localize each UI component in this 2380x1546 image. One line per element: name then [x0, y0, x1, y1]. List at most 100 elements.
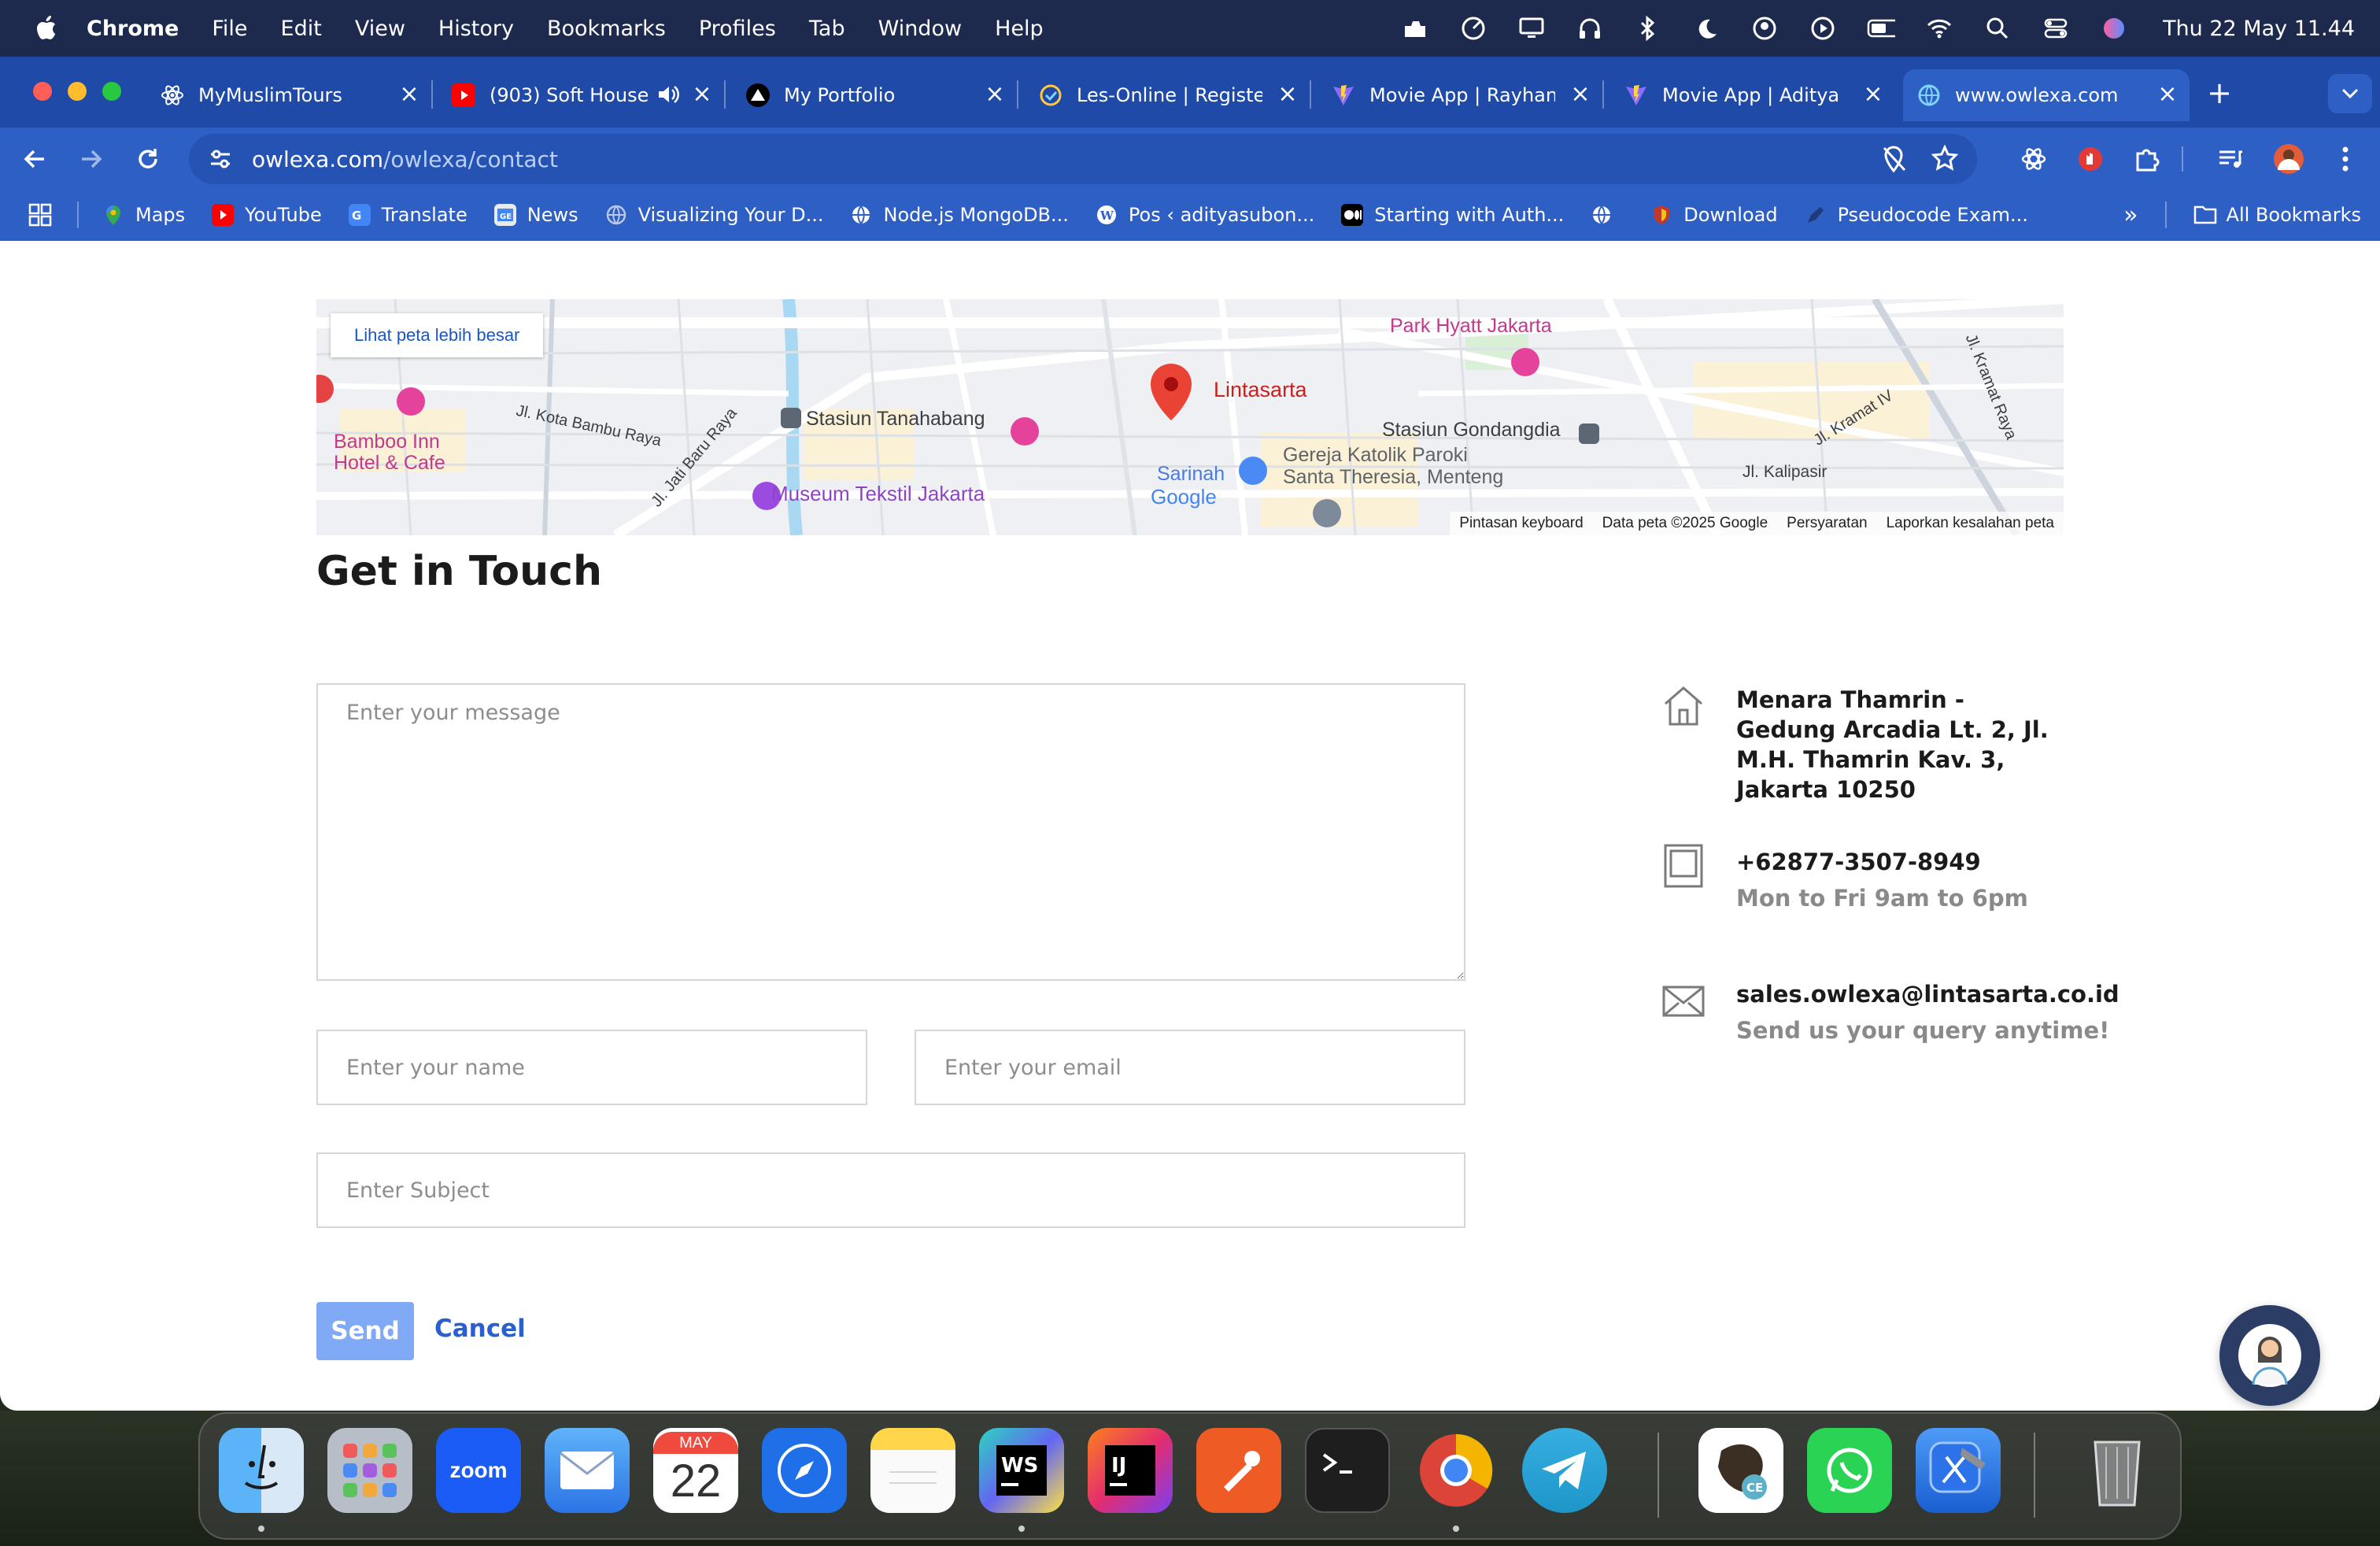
spotlight-search-icon[interactable]: [1983, 14, 2012, 43]
bookmark-download[interactable]: Download: [1650, 204, 1778, 226]
close-tab-icon[interactable]: ×: [1569, 83, 1591, 106]
bookmarks-overflow-button[interactable]: »: [2123, 202, 2138, 229]
close-tab-icon[interactable]: ×: [691, 83, 713, 106]
control-center-icon[interactable]: [2042, 14, 2070, 43]
zoom-window-button[interactable]: [102, 82, 121, 101]
reload-button[interactable]: [131, 142, 165, 176]
site-info-icon[interactable]: [203, 142, 238, 176]
tab-les-online[interactable]: Les-Online | Register ×: [1025, 69, 1311, 121]
email-text[interactable]: sales.owlexa@lintasarta.co.id: [1736, 979, 2119, 1009]
bookmark-wordpress[interactable]: W Pos ‹ adityasubon...: [1096, 204, 1314, 226]
chrome-menu-icon[interactable]: [2328, 142, 2363, 176]
menu-window[interactable]: Window: [878, 17, 962, 41]
menu-bookmarks[interactable]: Bookmarks: [547, 17, 666, 41]
headphones-icon[interactable]: [1576, 14, 1604, 43]
menu-history[interactable]: History: [438, 17, 514, 41]
bookmark-maps[interactable]: Maps: [102, 204, 185, 226]
bookmark-news[interactable]: GE News: [493, 204, 578, 226]
media-controls-icon[interactable]: [2213, 142, 2248, 176]
menu-help[interactable]: Help: [995, 17, 1044, 41]
close-window-button[interactable]: [33, 82, 52, 101]
notes-icon[interactable]: [870, 1428, 955, 1513]
bookmark-globe[interactable]: [1591, 204, 1624, 226]
trash-icon[interactable]: [2075, 1428, 2160, 1513]
calendar-icon[interactable]: MAY 22: [653, 1428, 738, 1513]
tab-movie-app-rayhan[interactable]: Movie App | Rayhan ×: [1318, 69, 1604, 121]
name-input[interactable]: [316, 1030, 867, 1105]
back-button[interactable]: [17, 142, 52, 176]
mail-icon[interactable]: [545, 1428, 630, 1513]
map-keyboard-shortcuts-link[interactable]: Pintasan keyboard: [1459, 515, 1583, 532]
close-tab-icon[interactable]: ×: [398, 83, 420, 106]
close-tab-icon[interactable]: ×: [1862, 83, 1884, 106]
moon-icon[interactable]: [1692, 14, 1720, 43]
bookmark-visualizing[interactable]: Visualizing Your D...: [605, 204, 823, 226]
menu-tab[interactable]: Tab: [809, 17, 845, 41]
phone-text[interactable]: +62877-3507-8949: [1736, 847, 2028, 877]
close-tab-icon[interactable]: ×: [2156, 83, 2179, 106]
bookmark-pseudocode[interactable]: Pseudocode Exam...: [1805, 204, 2028, 226]
url-text[interactable]: owlexa.com/owlexa/contact: [252, 146, 558, 172]
tab-my-portfolio[interactable]: My Portfolio ×: [732, 69, 1018, 121]
react-devtools-icon[interactable]: [2016, 142, 2051, 176]
cancel-link[interactable]: Cancel: [434, 1315, 526, 1343]
embedded-map[interactable]: Lintasarta Park Hyatt Jakarta Stasiun Ta…: [316, 299, 2064, 535]
menu-edit[interactable]: Edit: [281, 17, 322, 41]
telegram-icon[interactable]: [1522, 1428, 1607, 1513]
menu-profiles[interactable]: Profiles: [699, 17, 776, 41]
close-tab-icon[interactable]: ×: [1277, 83, 1299, 106]
tab-mymuslimtours[interactable]: MyMuslimTours ×: [146, 69, 433, 121]
all-bookmarks-button[interactable]: All Bookmarks: [2193, 204, 2361, 226]
new-tab-button[interactable]: +: [2204, 78, 2235, 110]
bookmark-translate[interactable]: G Translate: [348, 204, 468, 226]
postman-icon[interactable]: [1196, 1428, 1281, 1513]
map-report-error-link[interactable]: Laporkan kesalahan peta: [1887, 515, 2054, 532]
whatsapp-icon[interactable]: [1807, 1428, 1892, 1513]
terminal-icon[interactable]: [1305, 1428, 1390, 1513]
webstorm-icon[interactable]: WS: [979, 1428, 1064, 1513]
menu-app-name[interactable]: Chrome: [87, 17, 179, 41]
siri-icon[interactable]: [2100, 14, 2128, 43]
bookmark-star-icon[interactable]: [1931, 144, 1959, 175]
tab-search-button[interactable]: [2328, 74, 2372, 113]
tab-owlexa-active[interactable]: www.owlexa.com ×: [1903, 69, 2190, 121]
bookmark-medium[interactable]: Starting with Auth...: [1341, 204, 1564, 226]
xcode-icon[interactable]: [1916, 1428, 2001, 1513]
bookmark-nodejs[interactable]: Node.js MongoDB...: [850, 204, 1069, 226]
location-off-icon[interactable]: [1881, 145, 1906, 176]
safari-icon[interactable]: [762, 1428, 847, 1513]
tab-youtube[interactable]: (903) Soft House ×: [439, 69, 726, 121]
larger-map-link[interactable]: Lihat peta lebih besar: [331, 313, 544, 357]
apple-icon[interactable]: [31, 14, 60, 43]
tab-movie-app-aditya[interactable]: Movie App | Aditya ×: [1610, 69, 1895, 121]
apps-grid-icon[interactable]: [28, 203, 52, 227]
dbeaver-icon[interactable]: CE: [1698, 1428, 1783, 1513]
send-button[interactable]: Send: [316, 1302, 414, 1360]
bluetooth-icon[interactable]: [1634, 14, 1662, 43]
display-icon[interactable]: [1517, 14, 1546, 43]
play-icon[interactable]: [1809, 14, 1837, 43]
address-bar[interactable]: owlexa.com/owlexa/contact: [189, 134, 1977, 184]
zoom-icon[interactable]: zoom: [436, 1428, 521, 1513]
menubar-clock[interactable]: Thu 22 May 11.44: [2163, 17, 2355, 41]
user-account-icon[interactable]: [1750, 14, 1779, 43]
bookmark-youtube[interactable]: YouTube: [212, 204, 322, 226]
message-textarea[interactable]: [316, 683, 1465, 981]
radar-icon[interactable]: [1459, 14, 1488, 43]
minimize-window-button[interactable]: [68, 82, 87, 101]
close-tab-icon[interactable]: ×: [984, 83, 1006, 106]
profile-avatar[interactable]: [2271, 142, 2306, 176]
speaker-icon[interactable]: [656, 83, 680, 110]
menu-view[interactable]: View: [355, 17, 405, 41]
chat-assistant-button[interactable]: [2219, 1305, 2320, 1406]
forward-button[interactable]: [74, 142, 109, 176]
menu-file[interactable]: File: [212, 17, 247, 41]
launchpad-icon[interactable]: [327, 1428, 412, 1513]
chrome-dock-icon[interactable]: [1414, 1428, 1499, 1513]
extension-red-icon[interactable]: [2073, 142, 2108, 176]
subject-input[interactable]: [316, 1152, 1465, 1228]
battery-icon[interactable]: [1867, 14, 1896, 43]
email-input[interactable]: [915, 1030, 1465, 1105]
finder-icon[interactable]: [219, 1428, 304, 1513]
wifi-icon[interactable]: [1925, 14, 1953, 43]
